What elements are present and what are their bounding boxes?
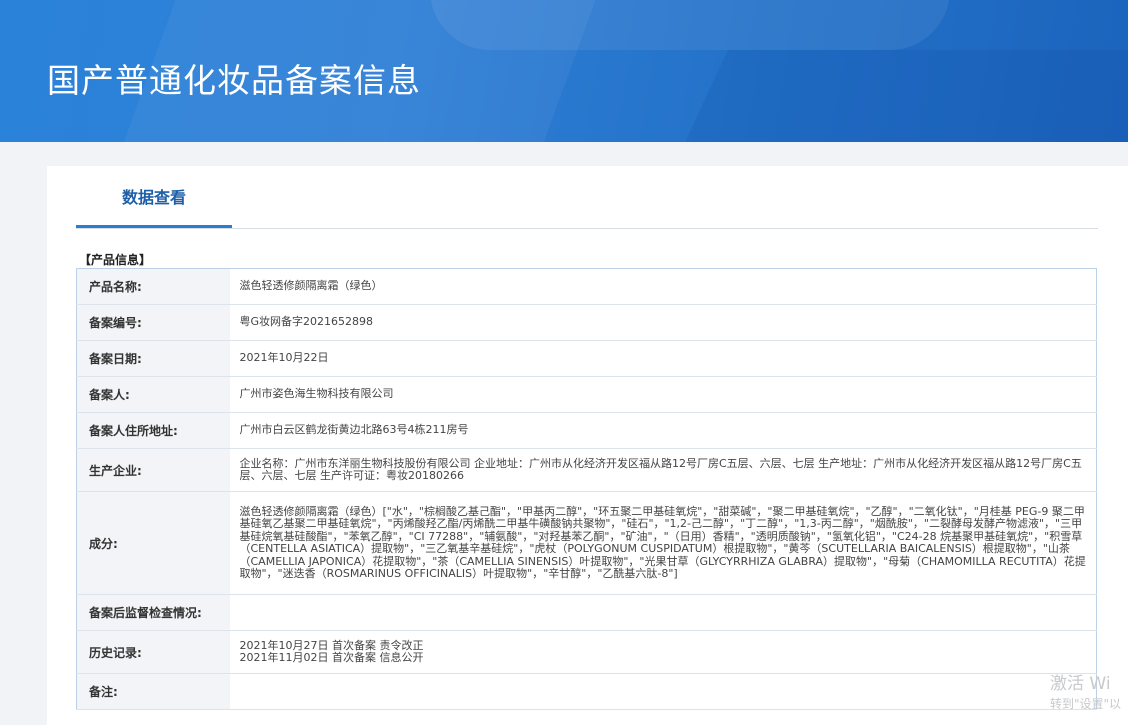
field-label: 产品名称: xyxy=(76,268,230,305)
field-label: 成分: xyxy=(76,491,230,595)
table-row: 备案日期: 2021年10月22日 xyxy=(76,340,1097,377)
table-row: 历史记录: 2021年10月27日 首次备案 责令改正 2021年11月02日 … xyxy=(76,630,1097,674)
section-title: 【产品信息】 xyxy=(79,253,152,267)
field-label: 生产企业: xyxy=(76,448,230,492)
banner-decoration xyxy=(430,0,950,50)
tab-data-view[interactable]: 数据查看 xyxy=(76,166,232,228)
table-row: 备案编号: 粤G妆网备字2021652898 xyxy=(76,304,1097,341)
windows-activation-watermark: 激活 Wi xyxy=(1050,674,1111,694)
header-banner: 国产普通化妆品备案信息 xyxy=(0,0,1128,142)
page-title: 国产普通化妆品备案信息 xyxy=(47,61,421,100)
tab-divider xyxy=(76,228,1098,229)
table-row: 备案人: 广州市姿色海生物科技有限公司 xyxy=(76,376,1097,413)
field-value: 2021年10月22日 xyxy=(229,340,1097,377)
field-value: 滋色轻透修颜隔离霜（绿色）["水"，"棕榈酸乙基己酯"，"甲基丙二醇"，"环五聚… xyxy=(229,491,1097,595)
field-value: 广州市白云区鹤龙街黄边北路63号4栋211房号 xyxy=(229,412,1097,449)
table-row: 备注: xyxy=(76,673,1097,710)
field-value: 广州市姿色海生物科技有限公司 xyxy=(229,376,1097,413)
field-value: 2021年10月27日 首次备案 责令改正 2021年11月02日 首次备案 信… xyxy=(229,630,1097,674)
windows-activation-hint: 转到"设置"以 xyxy=(1050,697,1122,711)
field-value xyxy=(229,673,1097,710)
content-card: 数据查看 【产品信息】 产品名称: 滋色轻透修颜隔离霜（绿色） 备案编号: 粤G… xyxy=(47,166,1128,725)
field-label: 备案日期: xyxy=(76,340,230,377)
field-value xyxy=(229,594,1097,631)
field-label: 备注: xyxy=(76,673,230,710)
field-label: 备案人住所地址: xyxy=(76,412,230,449)
field-label: 备案后监督检查情况: xyxy=(76,594,230,631)
field-value: 企业名称：广州市东洋丽生物科技股份有限公司 企业地址：广州市从化经济开发区福从路… xyxy=(229,448,1097,492)
field-label: 备案人: xyxy=(76,376,230,413)
table-row: 备案人住所地址: 广州市白云区鹤龙街黄边北路63号4栋211房号 xyxy=(76,412,1097,449)
table-row: 生产企业: 企业名称：广州市东洋丽生物科技股份有限公司 企业地址：广州市从化经济… xyxy=(76,448,1097,492)
banner-decoration xyxy=(672,50,1128,142)
field-label: 历史记录: xyxy=(76,630,230,674)
table-row: 产品名称: 滋色轻透修颜隔离霜（绿色） xyxy=(76,268,1097,305)
field-label: 备案编号: xyxy=(76,304,230,341)
field-value: 滋色轻透修颜隔离霜（绿色） xyxy=(229,268,1097,305)
table-row: 备案后监督检查情况: xyxy=(76,594,1097,631)
product-info-table: 产品名称: 滋色轻透修颜隔离霜（绿色） 备案编号: 粤G妆网备字20216528… xyxy=(76,268,1097,710)
table-row: 成分: 滋色轻透修颜隔离霜（绿色）["水"，"棕榈酸乙基己酯"，"甲基丙二醇"，… xyxy=(76,491,1097,595)
field-value: 粤G妆网备字2021652898 xyxy=(229,304,1097,341)
